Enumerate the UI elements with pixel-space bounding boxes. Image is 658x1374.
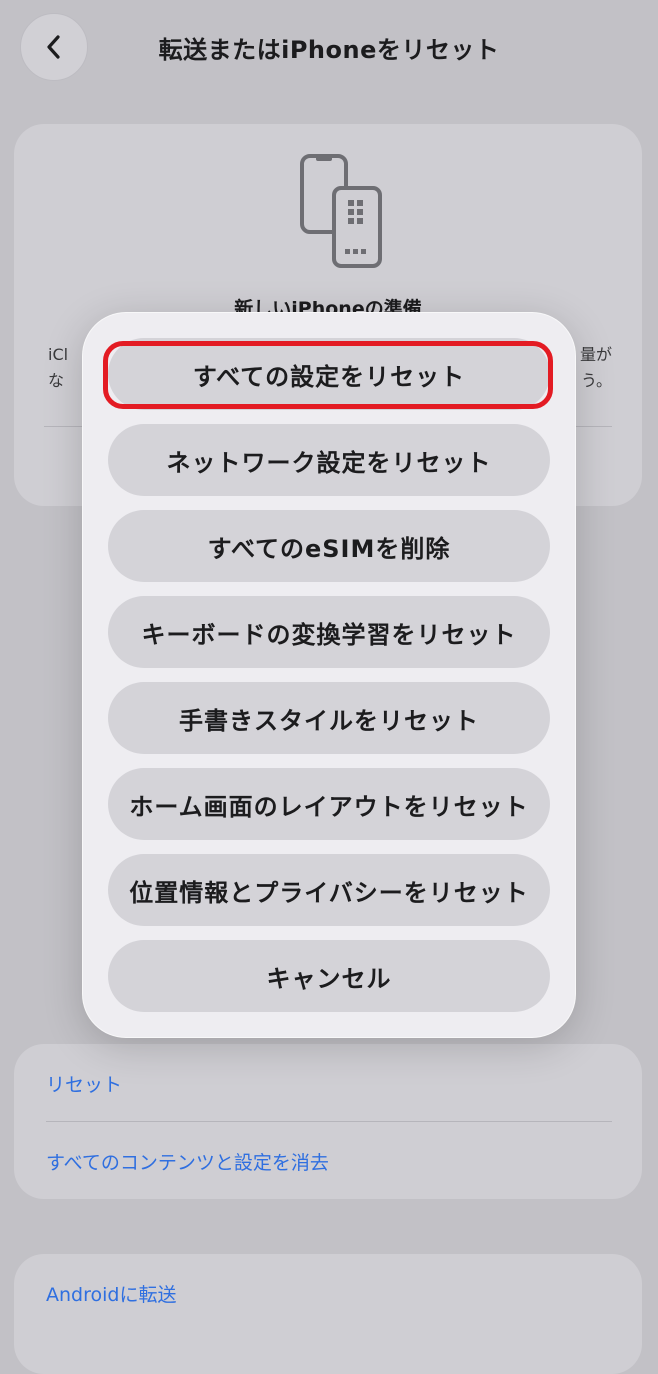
erase-all-content-link[interactable]: すべてのコンテンツと設定を消去 — [46, 1148, 329, 1175]
transfer-to-android-link[interactable]: Androidに転送 — [46, 1280, 176, 1307]
highlight-annotation — [103, 341, 553, 409]
reset-network-settings-button[interactable]: ネットワーク設定をリセット — [108, 424, 550, 496]
divider — [46, 1121, 612, 1122]
navigation-bar: 転送またはiPhoneをリセット — [0, 0, 658, 96]
reset-section: リセット すべてのコンテンツと設定を消去 — [14, 1044, 642, 1199]
android-section: Androidに転送 — [14, 1254, 642, 1374]
description-fragment-left-2: な — [48, 371, 65, 390]
description-fragment-right: 量が — [579, 345, 612, 364]
delete-all-esims-button[interactable]: すべてのeSIMを削除 — [108, 510, 550, 582]
reset-home-screen-layout-button[interactable]: ホーム画面のレイアウトをリセット — [108, 768, 550, 840]
cancel-button[interactable]: キャンセル — [108, 940, 550, 1012]
description-fragment-right-2: う。 — [580, 371, 612, 390]
reset-handwriting-style-button[interactable]: 手書きスタイルをリセット — [108, 682, 550, 754]
description-fragment-left: iCl — [48, 345, 69, 364]
iphone-transfer-icon — [300, 154, 382, 268]
page-title: 転送またはiPhoneをリセット — [158, 36, 500, 64]
reset-location-privacy-button[interactable]: 位置情報とプライバシーをリセット — [108, 854, 550, 926]
reset-action-sheet: すべての設定をリセット ネットワーク設定をリセット すべてのeSIMを削除 キー… — [82, 312, 576, 1038]
reset-link[interactable]: リセット — [46, 1070, 122, 1097]
reset-keyboard-dictionary-button[interactable]: キーボードの変換学習をリセット — [108, 596, 550, 668]
